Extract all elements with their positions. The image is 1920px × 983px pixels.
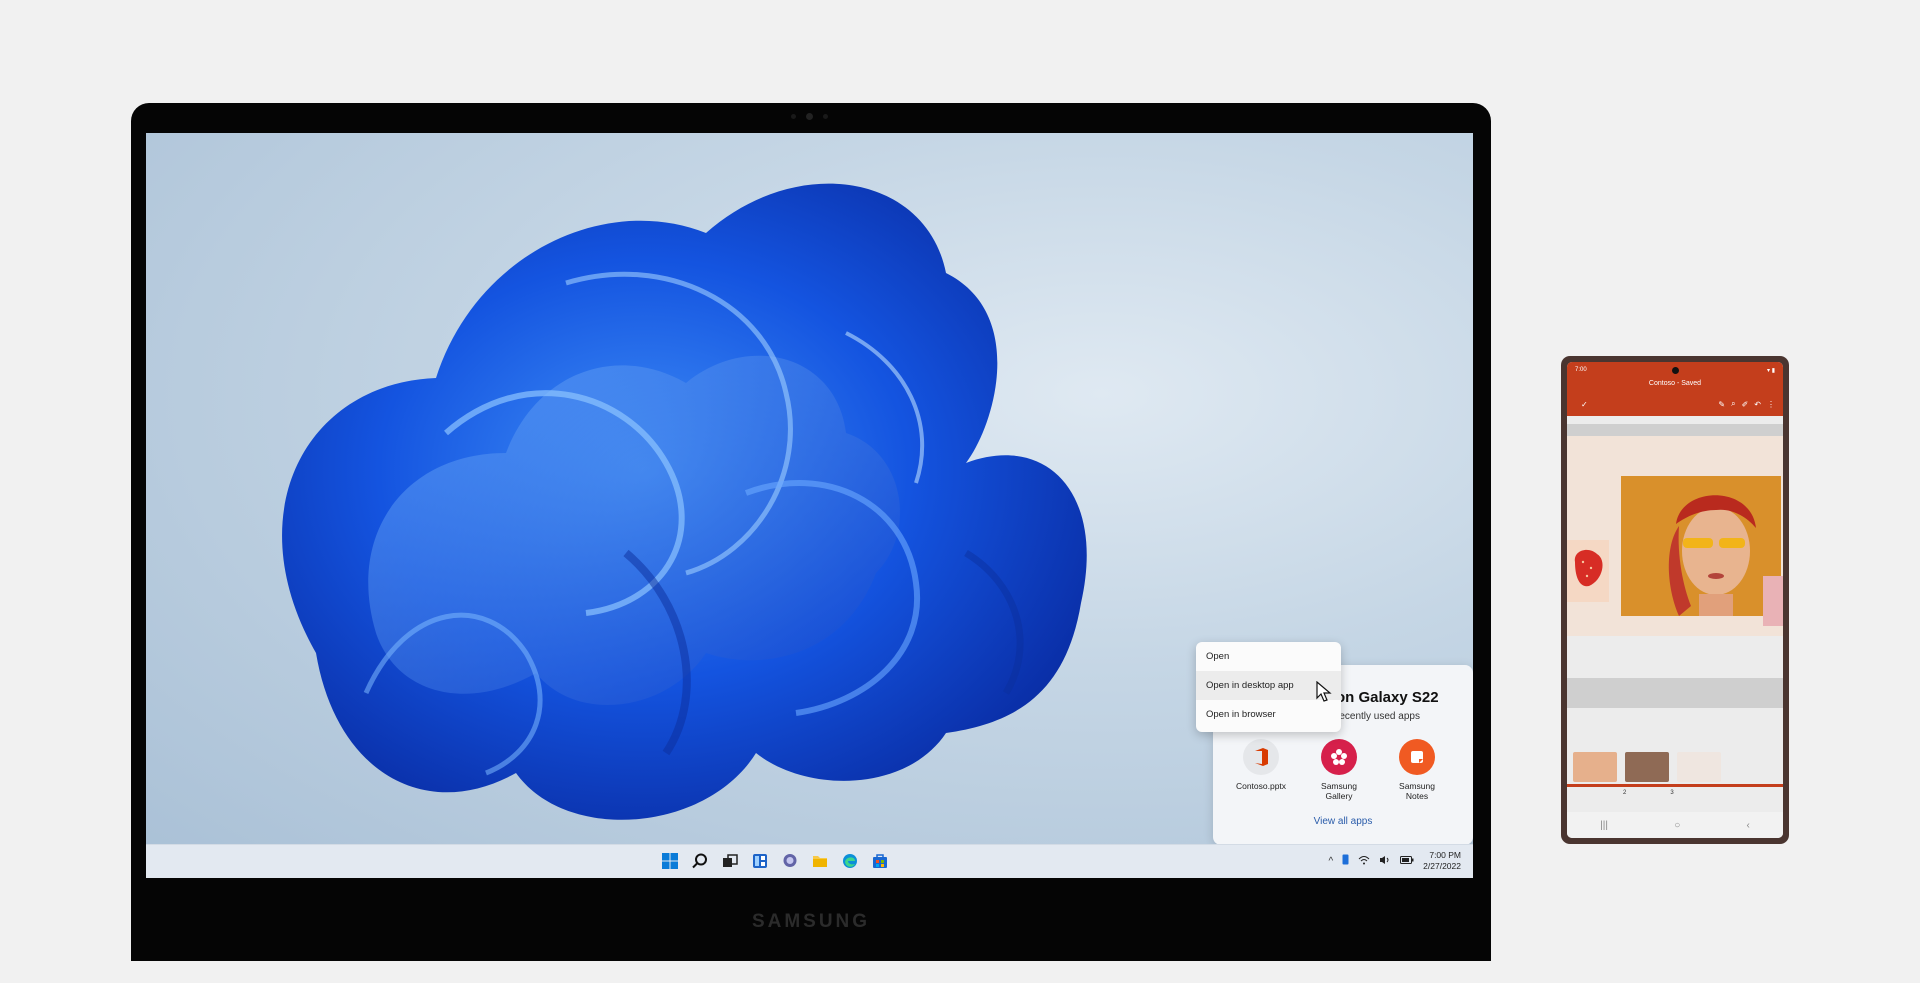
laptop-device: on Galaxy S22 recently used apps Contoso… xyxy=(131,103,1491,961)
sensor-left xyxy=(791,114,796,119)
chevron-up-icon[interactable]: ^ xyxy=(1328,856,1333,867)
phone-status-time: 7:00 xyxy=(1575,367,1587,373)
menu-item-open-in-browser[interactable]: Open in browser xyxy=(1196,700,1341,729)
back-icon[interactable]: ‹ xyxy=(1747,820,1750,831)
file-explorer-icon[interactable] xyxy=(810,851,830,871)
clock-date: 2/27/2022 xyxy=(1423,861,1461,871)
webcam xyxy=(806,113,813,120)
slide-number: 3 xyxy=(1670,790,1674,796)
battery-icon[interactable] xyxy=(1400,855,1414,867)
phone-doc-title: Contoso - Saved xyxy=(1567,378,1783,392)
wifi-icon[interactable] xyxy=(1358,855,1370,868)
taskbar: ^ 7:00 PM 2/27/2022 xyxy=(146,844,1473,878)
clock-time: 7:00 PM xyxy=(1429,850,1461,860)
slide-thumb-numbers: 2 3 xyxy=(1623,790,1674,796)
sensor-right xyxy=(823,114,828,119)
view-all-apps-link[interactable]: View all apps xyxy=(1213,816,1473,827)
search-icon[interactable] xyxy=(690,851,710,871)
slide-thumb-3[interactable] xyxy=(1677,752,1721,782)
volume-icon[interactable] xyxy=(1379,855,1391,868)
windows-start-icon[interactable] xyxy=(660,851,680,871)
strawberry-image xyxy=(1567,540,1609,602)
taskbar-icons xyxy=(660,851,890,871)
flyout-title: on Galaxy S22 xyxy=(1336,689,1439,706)
side-image xyxy=(1763,576,1783,626)
slide-number: 2 xyxy=(1623,790,1627,796)
draw-icon[interactable]: ✎ xyxy=(1718,400,1725,409)
galaxy-phone: 7:00 ▾ ▮ Contoso - Saved ✓ ✎ ⌕ ✐ ↶ ⋮ 2 3… xyxy=(1561,356,1789,844)
store-icon[interactable] xyxy=(870,851,890,871)
slide-area-bottom xyxy=(1567,678,1783,708)
recents-icon[interactable]: ||| xyxy=(1600,820,1608,831)
gallery-flower-icon xyxy=(1321,739,1357,775)
notes-icon xyxy=(1399,739,1435,775)
app-label: Samsung Notes xyxy=(1399,781,1435,801)
check-icon[interactable]: ✓ xyxy=(1581,400,1588,409)
menu-item-open[interactable]: Open xyxy=(1196,642,1341,671)
recent-apps-list: Contoso.pptx Samsung Gallery Samsung Not… xyxy=(1233,739,1445,801)
app-label: Samsung Gallery xyxy=(1321,781,1357,801)
phone-toolbar: ✓ ✎ ⌕ ✐ ↶ ⋮ xyxy=(1567,392,1783,416)
pen-icon[interactable]: ✐ xyxy=(1742,400,1749,409)
phone-status-icons: ▾ ▮ xyxy=(1767,367,1775,374)
app-samsung-notes[interactable]: Samsung Notes xyxy=(1389,739,1445,801)
chat-icon[interactable] xyxy=(780,851,800,871)
slide-thumb-2[interactable] xyxy=(1625,752,1669,782)
phone-nav-bar: ||| ○ ‹ xyxy=(1567,812,1783,838)
more-icon[interactable]: ⋮ xyxy=(1767,400,1775,409)
app-samsung-gallery[interactable]: Samsung Gallery xyxy=(1311,739,1367,801)
front-camera xyxy=(1672,367,1679,374)
flyout-subtitle: recently used apps xyxy=(1336,711,1420,722)
undo-icon[interactable]: ↶ xyxy=(1754,400,1761,409)
search-icon[interactable]: ⌕ xyxy=(1731,399,1735,409)
slide-canvas xyxy=(1567,436,1783,636)
edge-icon[interactable] xyxy=(840,851,860,871)
office-icon xyxy=(1243,739,1279,775)
widgets-icon[interactable] xyxy=(750,851,770,871)
portrait-photo xyxy=(1621,476,1781,616)
task-view-icon[interactable] xyxy=(720,851,740,871)
phone-screen: 7:00 ▾ ▮ Contoso - Saved ✓ ✎ ⌕ ✐ ↶ ⋮ 2 3… xyxy=(1567,362,1783,838)
app-label: Contoso.pptx xyxy=(1235,781,1287,791)
samsung-logo: SAMSUNG xyxy=(751,911,871,932)
mouse-cursor-icon xyxy=(1316,681,1332,702)
phone-icon[interactable] xyxy=(1342,854,1349,868)
system-tray: ^ 7:00 PM 2/27/2022 xyxy=(1328,850,1461,872)
home-icon[interactable]: ○ xyxy=(1674,820,1680,831)
desktop-screen: on Galaxy S22 recently used apps Contoso… xyxy=(146,133,1473,878)
taskbar-clock[interactable]: 7:00 PM 2/27/2022 xyxy=(1423,850,1461,872)
slide-thumb-1[interactable] xyxy=(1573,752,1617,782)
app-contoso-pptx[interactable]: Contoso.pptx xyxy=(1233,739,1289,801)
slide-thumbnails xyxy=(1573,752,1783,788)
